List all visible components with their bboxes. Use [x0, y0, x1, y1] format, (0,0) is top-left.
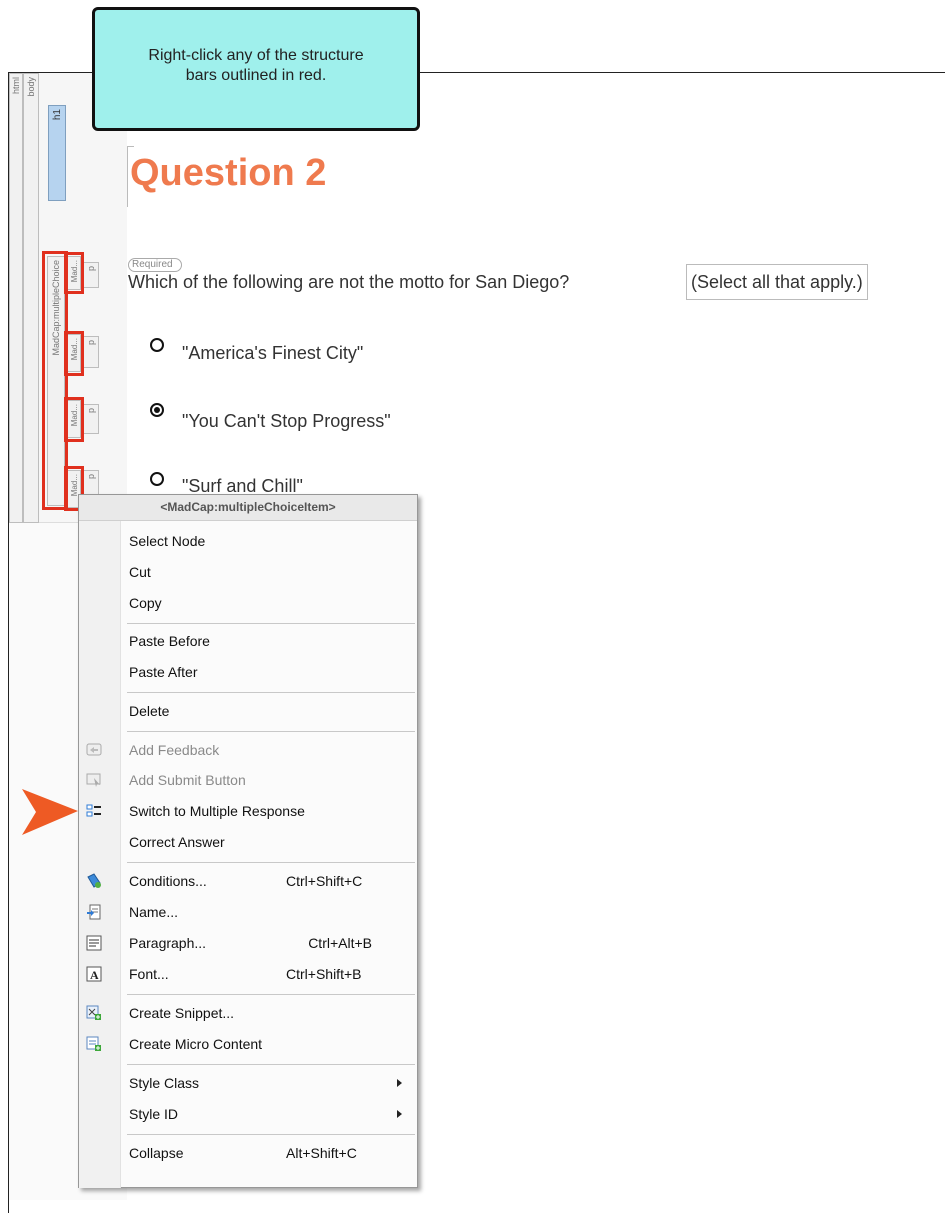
menu-item-add-feedback[interactable]: Add Feedback: [79, 735, 417, 765]
paragraph-icon: [86, 935, 102, 951]
multiple-response-icon: [86, 804, 101, 817]
pointer-arrow-icon: [22, 789, 78, 835]
callout-line-1: Right-click any of the structure: [148, 47, 364, 64]
menu-item-name-label: Name...: [129, 904, 179, 920]
menu-item-style-id[interactable]: Style ID: [79, 1099, 417, 1129]
menu-separator: [127, 862, 415, 863]
menu-item-add-submit-button[interactable]: Add Submit Button: [79, 765, 417, 795]
submenu-arrow-icon: [397, 1110, 402, 1118]
menu-item-paste-before-label: Paste Before: [129, 633, 210, 649]
menu-header: <MadCap:multipleChoiceItem>: [79, 495, 417, 521]
callout-line-2: bars outlined in red.: [185, 67, 327, 84]
menu-item-conditions-label: Conditions...: [129, 873, 207, 889]
menu-item-add-submit-button-label: Add Submit Button: [129, 772, 246, 788]
structure-bar-h1[interactable]: h1: [48, 105, 66, 201]
menu-item-delete-label: Delete: [129, 703, 170, 719]
menu-item-font-shortcut: Ctrl+Shift+B: [286, 966, 362, 982]
answer-1-radio[interactable]: [150, 338, 164, 352]
menu-item-style-class-label: Style Class: [129, 1075, 200, 1091]
menu-item-paragraph-shortcut: Ctrl+Alt+B: [308, 935, 372, 951]
menu-item-select-node[interactable]: Select Node: [79, 526, 417, 556]
p-3-label: p: [85, 408, 96, 414]
menu-item-switch-multiple-response[interactable]: Switch to Multiple Response: [79, 796, 417, 826]
menu-separator: [127, 692, 415, 693]
required-tag: Required: [128, 258, 182, 272]
menu-item-delete[interactable]: Delete: [79, 696, 417, 726]
answer-2-radio[interactable]: [150, 403, 164, 417]
micro-content-icon: [86, 1036, 101, 1051]
menu-item-cut[interactable]: Cut: [79, 557, 417, 587]
context-menu: <MadCap:multipleChoiceItem> Select Node …: [78, 494, 418, 1188]
menu-item-create-micro-content-label: Create Micro Content: [129, 1036, 263, 1052]
question-text: Which of the following are not the motto…: [128, 272, 570, 292]
menu-item-paragraph-label: Paragraph...: [129, 935, 207, 951]
structure-bar-p-2[interactable]: p: [82, 336, 99, 368]
structure-bar-h1-label: h1: [51, 109, 63, 121]
menu-item-style-id-label: Style ID: [129, 1106, 179, 1122]
feedback-icon: [86, 743, 102, 756]
menu-item-correct-answer-label: Correct Answer: [129, 834, 225, 850]
menu-item-style-class[interactable]: Style Class: [79, 1068, 417, 1098]
answer-2-text: "You Can't Stop Progress": [182, 411, 391, 431]
menu-item-paste-before[interactable]: Paste Before: [79, 626, 417, 656]
red-outline-item-2: [64, 331, 84, 376]
submenu-arrow-icon: [397, 1079, 402, 1087]
p-2-label: p: [85, 340, 96, 346]
menu-separator: [127, 994, 415, 995]
red-outline-item-1: [64, 252, 84, 294]
menu-item-switch-multiple-response-label: Switch to Multiple Response: [129, 803, 305, 819]
menu-item-paste-after-label: Paste After: [129, 664, 198, 680]
menu-item-collapse-label: Collapse: [129, 1145, 184, 1161]
menu-item-copy[interactable]: Copy: [79, 588, 417, 618]
menu-item-conditions[interactable]: Conditions... Ctrl+Shift+C: [79, 866, 417, 896]
structure-bar-p-3[interactable]: p: [82, 404, 99, 434]
menu-item-paste-after[interactable]: Paste After: [79, 657, 417, 687]
menu-item-collapse[interactable]: Collapse Alt+Shift+C: [79, 1138, 417, 1168]
p-4-label: p: [85, 474, 96, 480]
font-icon: A: [86, 966, 102, 982]
question-hint: (Select all that apply.): [686, 264, 868, 300]
answer-1-text: "America's Finest City": [182, 343, 364, 363]
conditions-icon: [87, 873, 101, 888]
submit-button-icon: [86, 773, 101, 787]
menu-item-create-snippet[interactable]: Create Snippet...: [79, 998, 417, 1028]
name-icon: [87, 904, 101, 920]
menu-item-paragraph[interactable]: Paragraph... Ctrl+Alt+B: [79, 928, 417, 958]
menu-item-copy-label: Copy: [129, 595, 162, 611]
menu-separator: [127, 1134, 415, 1135]
structure-bar-html-label: html: [11, 77, 21, 95]
menu-item-create-snippet-label: Create Snippet...: [129, 1005, 235, 1021]
menu-item-font-label: Font...: [129, 966, 169, 982]
menu-item-font[interactable]: A Font... Ctrl+Shift+B: [79, 959, 417, 989]
menu-item-select-node-label: Select Node: [129, 533, 206, 549]
menu-separator: [127, 731, 415, 732]
menu-separator: [127, 623, 415, 624]
menu-item-conditions-shortcut: Ctrl+Shift+C: [286, 873, 363, 889]
structure-bar-p-1[interactable]: p: [82, 262, 99, 288]
red-outline-item-3: [64, 397, 84, 442]
structure-bar-body-label: body: [26, 77, 36, 97]
menu-item-add-feedback-label: Add Feedback: [129, 742, 220, 758]
menu-item-correct-answer[interactable]: Correct Answer: [79, 827, 417, 857]
menu-item-name[interactable]: Name...: [79, 897, 417, 927]
menu-separator: [127, 1064, 415, 1065]
menu-item-cut-label: Cut: [129, 564, 151, 580]
menu-item-create-micro-content[interactable]: Create Micro Content: [79, 1029, 417, 1059]
structure-bar-html[interactable]: html: [9, 73, 23, 523]
answer-3-radio[interactable]: [150, 472, 164, 486]
menu-item-collapse-shortcut: Alt+Shift+C: [286, 1145, 357, 1161]
svg-text:A: A: [90, 968, 99, 982]
question-heading: Question 2: [130, 152, 327, 194]
structure-bar-body[interactable]: body: [23, 73, 39, 523]
instruction-callout: Right-click any of the structure bars ou…: [92, 7, 420, 131]
snippet-icon: [86, 1005, 101, 1020]
p-1-label: p: [85, 266, 96, 272]
